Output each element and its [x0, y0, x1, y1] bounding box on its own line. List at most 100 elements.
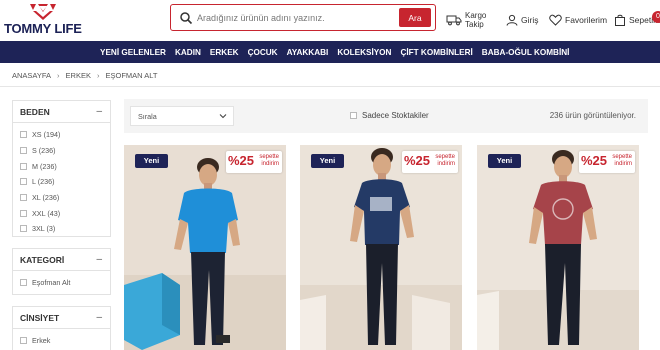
- product-card[interactable]: Yeni %25 sepette indirim: [300, 145, 462, 350]
- search-box: Ara: [170, 4, 436, 31]
- login-label: Giriş: [521, 15, 539, 25]
- sort-label: Sırala: [138, 111, 157, 121]
- collapse-icon[interactable]: –: [96, 312, 102, 323]
- size-option[interactable]: L (236): [20, 174, 110, 190]
- checkbox[interactable]: [20, 147, 27, 155]
- size-filter-title: BEDEN: [20, 106, 50, 117]
- product-image[interactable]: [300, 145, 462, 350]
- breadcrumb-separator: ›: [96, 71, 100, 80]
- in-stock-label: Sadece Stoktakiler: [362, 111, 429, 120]
- breadcrumb-divider: [0, 86, 660, 87]
- promo-line2: indirim: [614, 161, 632, 167]
- promo-line1: sepette: [612, 154, 632, 160]
- promo-line1: sepette: [259, 154, 279, 160]
- checkbox[interactable]: [20, 194, 27, 202]
- promo-percent: %25: [404, 153, 431, 168]
- heart-icon: [549, 14, 562, 26]
- checkbox[interactable]: [350, 112, 357, 119]
- breadcrumb-home[interactable]: ANASAYFA: [12, 71, 51, 80]
- size-option[interactable]: XL (236): [20, 190, 110, 206]
- shopping-bag-icon: [615, 14, 625, 26]
- promo-label: sepette indirim: [259, 154, 279, 168]
- product-image[interactable]: [477, 145, 639, 350]
- nav-item-women[interactable]: KADIN: [175, 48, 201, 57]
- checkbox[interactable]: [20, 162, 27, 170]
- breadcrumb-men[interactable]: ERKEK: [66, 71, 91, 80]
- promo-badge: %25 sepette indirim: [226, 151, 282, 173]
- cargo-tracking-link[interactable]: Kargo Takip: [446, 8, 486, 32]
- promo-label: sepette indirim: [435, 154, 455, 168]
- size-option-label: XL (236): [32, 193, 60, 203]
- checkbox[interactable]: [20, 178, 27, 186]
- result-count: 236 ürün görüntüleniyor.: [549, 111, 636, 120]
- promo-line2: indirim: [261, 161, 279, 167]
- cargo-label-line2: Takip: [465, 20, 484, 29]
- size-option[interactable]: S (236): [20, 143, 110, 159]
- breadcrumb: ANASAYFA › ERKEK › EŞOFMAN ALT: [12, 71, 157, 80]
- size-option[interactable]: M (236): [20, 158, 110, 174]
- size-option-label: 3XL (3): [32, 224, 56, 234]
- promo-badge: %25 sepette indirim: [579, 151, 635, 173]
- product-card[interactable]: Yeni %25 sepette indirim: [124, 145, 286, 350]
- size-option-label: L (236): [32, 177, 55, 187]
- nav-item-couple-combos[interactable]: ÇİFT KOMBİNLERİ: [400, 48, 472, 57]
- category-option-label: Eşofman Alt: [32, 278, 71, 288]
- size-option-label: M (236): [32, 161, 57, 171]
- size-option-label: XXL (43): [32, 208, 61, 218]
- new-badge: Yeni: [488, 154, 521, 168]
- size-option[interactable]: 3XL (3): [20, 221, 110, 237]
- category-filter-header[interactable]: KATEGORİ –: [13, 249, 110, 271]
- nav-item-kids[interactable]: ÇOCUK: [248, 48, 278, 57]
- gender-filter-header[interactable]: CİNSİYET –: [13, 307, 110, 329]
- nav-item-father-son-combo[interactable]: BABA-OĞUL KOMBİNİ: [482, 48, 570, 57]
- site-header: TOMMY LIFE Ara Kargo Takip Giriş: [0, 0, 660, 40]
- checkbox[interactable]: [20, 337, 27, 345]
- in-stock-only-filter[interactable]: Sadece Stoktakiler: [350, 111, 429, 120]
- collapse-icon[interactable]: –: [96, 254, 102, 265]
- breadcrumb-separator: ›: [57, 71, 60, 80]
- collapse-icon[interactable]: –: [96, 106, 102, 117]
- favorites-label: Favorilerim: [565, 15, 608, 25]
- login-link[interactable]: Giriş: [506, 8, 538, 32]
- checkbox[interactable]: [20, 209, 27, 217]
- search-input[interactable]: [197, 9, 387, 27]
- size-filter-header[interactable]: BEDEN –: [13, 101, 110, 123]
- cargo-label-line1: Kargo: [465, 11, 487, 20]
- promo-label: sepette indirim: [612, 154, 632, 168]
- checkbox[interactable]: [20, 225, 27, 233]
- size-option-label: XS (194): [32, 130, 61, 140]
- nav-item-men[interactable]: ERKEK: [210, 48, 239, 57]
- promo-line1: sepette: [435, 154, 455, 160]
- checkbox[interactable]: [20, 131, 27, 139]
- new-badge: Yeni: [135, 154, 168, 168]
- promo-line2: indirim: [437, 161, 455, 167]
- gender-filter-title: CİNSİYET: [20, 312, 60, 323]
- cart-count-badge: 0: [652, 11, 660, 23]
- gender-filter: CİNSİYET – Erkek: [12, 306, 111, 350]
- nav-item-new-arrivals[interactable]: YENİ GELENLER: [100, 48, 166, 57]
- gender-option-label: Erkek: [32, 336, 51, 346]
- favorites-link[interactable]: Favorilerim: [549, 8, 607, 32]
- sort-dropdown[interactable]: Sırala: [130, 106, 234, 126]
- size-filter: BEDEN – XS (194) S (236) M (236) L (236)…: [12, 100, 111, 237]
- category-filter: KATEGORİ – Eşofman Alt: [12, 248, 111, 295]
- size-option-label: S (236): [32, 146, 56, 156]
- search-icon: [180, 12, 193, 25]
- promo-percent: %25: [581, 153, 608, 168]
- gender-option[interactable]: Erkek: [20, 333, 110, 349]
- breadcrumb-current: EŞOFMAN ALT: [105, 71, 158, 80]
- category-filter-title: KATEGORİ: [20, 254, 65, 265]
- product-image[interactable]: [124, 145, 286, 350]
- size-option[interactable]: XS (194): [20, 127, 110, 143]
- size-option[interactable]: XXL (43): [20, 205, 110, 221]
- checkbox[interactable]: [20, 279, 27, 287]
- nav-item-shoes[interactable]: AYAKKABI: [287, 48, 329, 57]
- nav-item-collection[interactable]: KOLEKSİYON: [337, 48, 391, 57]
- search-button[interactable]: Ara: [399, 8, 431, 27]
- chevron-down-icon: [219, 114, 227, 119]
- product-card[interactable]: Yeni %25 sepette indirim: [477, 145, 639, 350]
- promo-badge: %25 sepette indirim: [402, 151, 458, 173]
- category-option[interactable]: Eşofman Alt: [20, 275, 110, 291]
- brand-logo[interactable]: TOMMY LIFE: [4, 2, 82, 38]
- brand-name: TOMMY LIFE: [4, 21, 82, 36]
